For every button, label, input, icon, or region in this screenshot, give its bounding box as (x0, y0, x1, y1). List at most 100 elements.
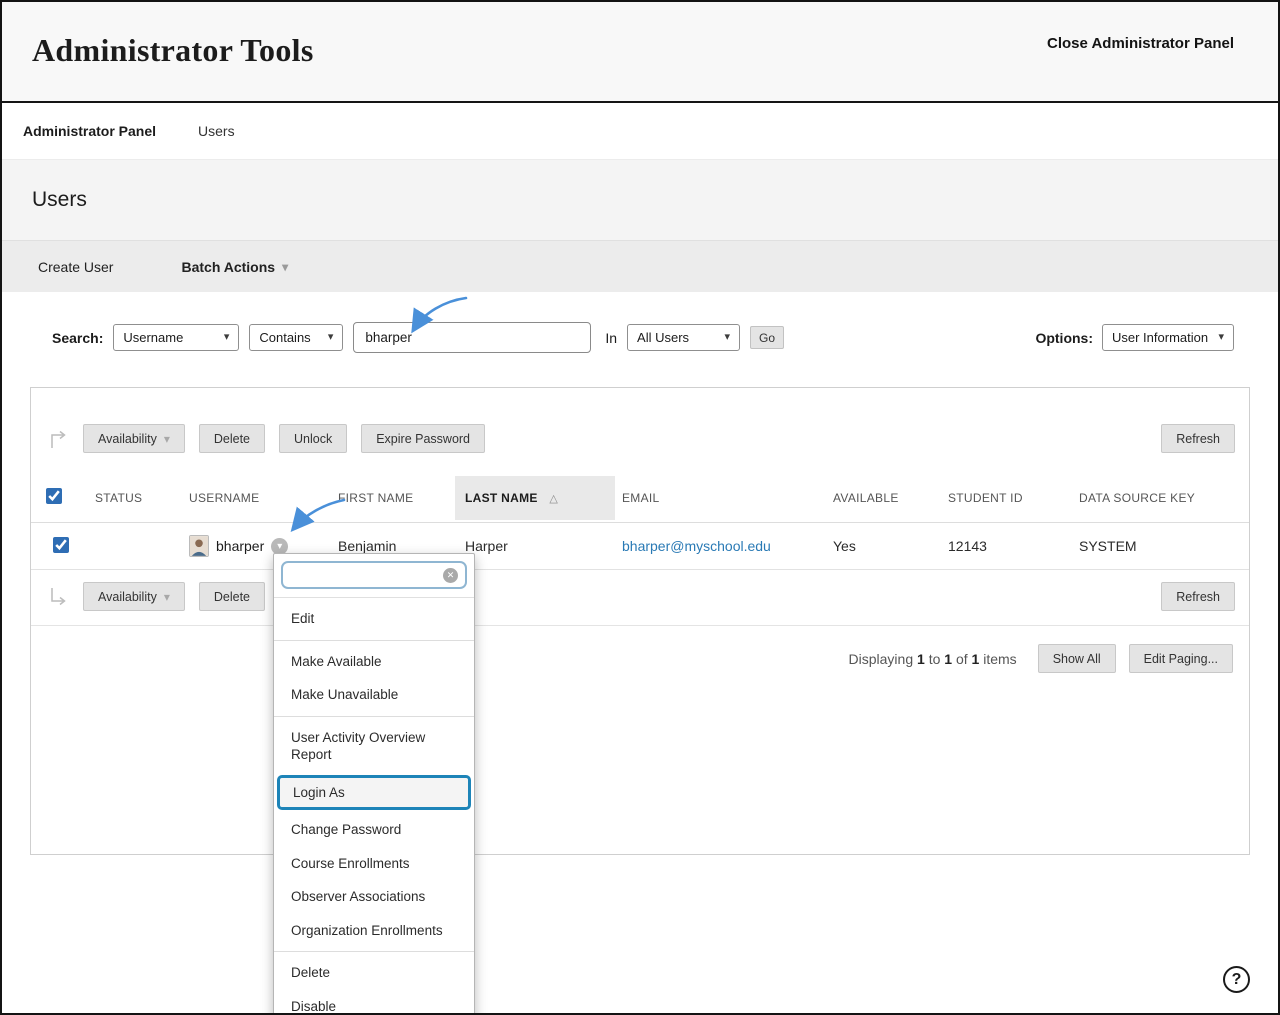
breadcrumb-users[interactable]: Users (198, 123, 235, 139)
chevron-down-icon: ▾ (282, 261, 288, 273)
select-all-cell (31, 473, 95, 522)
batch-actions-button[interactable]: Batch Actions ▾ (181, 259, 288, 275)
email-link[interactable]: bharper@myschool.edu (622, 538, 771, 554)
menu-item-login-as[interactable]: Login As (277, 775, 471, 811)
column-header-student-id[interactable]: STUDENT ID (948, 476, 1079, 520)
delete-button-top[interactable]: Delete (199, 424, 265, 453)
menu-item-delete[interactable]: Delete (274, 956, 474, 990)
search-field-select[interactable]: Username ▾ (113, 324, 239, 351)
close-administrator-panel-link[interactable]: Close Administrator Panel (1047, 35, 1234, 52)
search-query-input[interactable] (353, 322, 591, 353)
row-checkbox[interactable] (53, 537, 69, 553)
chevron-down-icon: ▾ (328, 332, 334, 343)
edit-paging-button[interactable]: Edit Paging... (1129, 644, 1233, 673)
search-scope-select[interactable]: All Users ▾ (627, 324, 740, 351)
username-text[interactable]: bharper (216, 538, 264, 554)
row-available-cell: Yes (833, 526, 948, 566)
chevron-down-icon: ▾ (277, 541, 282, 552)
chevron-down-icon: ▾ (164, 433, 170, 445)
menu-item-disable[interactable]: Disable (274, 990, 474, 1015)
paging-from: 1 (917, 651, 925, 667)
clear-search-icon[interactable]: ✕ (443, 568, 458, 583)
column-header-status[interactable]: STATUS (95, 476, 189, 520)
page-title: Users (32, 188, 1248, 212)
paging-bar: Displaying 1 to 1 of 1 items Show All Ed… (31, 626, 1249, 691)
context-menu-search-box: ✕ (281, 561, 467, 589)
batch-actions-label: Batch Actions (181, 259, 275, 275)
menu-divider (274, 716, 474, 717)
row-student-id-cell: 12143 (948, 526, 1079, 566)
unlock-button[interactable]: Unlock (279, 424, 347, 453)
column-header-email[interactable]: EMAIL (622, 476, 833, 520)
menu-divider (274, 640, 474, 641)
selection-branch-icon (49, 428, 69, 450)
breadcrumb: Administrator Panel Users (2, 103, 1278, 160)
refresh-button-bottom[interactable]: Refresh (1161, 582, 1235, 611)
page-title-bar: Users (2, 160, 1278, 240)
menu-item-make-unavailable[interactable]: Make Unavailable (274, 678, 474, 712)
row-email-cell: bharper@myschool.edu (622, 526, 833, 566)
menu-item-observer-associations[interactable]: Observer Associations (274, 880, 474, 914)
delete-button-bottom[interactable]: Delete (199, 582, 265, 611)
user-context-menu: ✕ Edit Make Available Make Unavailable U… (273, 553, 475, 1015)
selection-branch-icon (49, 586, 69, 608)
list-toolbar-bottom: Availability ▾ Delete Refresh (31, 570, 1249, 626)
search-bar: Search: Username ▾ Contains ▾ In All Use… (2, 292, 1278, 387)
user-context-menu-toggle[interactable]: ▾ (271, 538, 288, 555)
expire-password-button-top[interactable]: Expire Password (361, 424, 485, 453)
help-button[interactable]: ? (1223, 966, 1250, 993)
options-label: Options: (1035, 330, 1093, 346)
list-toolbar-top: Availability ▾ Delete Unlock Expire Pass… (31, 388, 1249, 463)
users-table-header: STATUS USERNAME FIRST NAME LAST NAME △ E… (31, 473, 1249, 523)
context-menu-list: Edit Make Available Make Unavailable Use… (274, 598, 474, 1015)
go-button[interactable]: Go (750, 326, 784, 349)
availability-button-top[interactable]: Availability ▾ (83, 424, 185, 453)
displaying-word: Displaying (849, 651, 914, 667)
show-all-button[interactable]: Show All (1038, 644, 1116, 673)
column-header-available[interactable]: AVAILABLE (833, 476, 948, 520)
context-menu-search-area: ✕ (274, 554, 474, 598)
menu-item-change-password[interactable]: Change Password (274, 813, 474, 847)
paging-items-word: items (983, 651, 1016, 667)
search-label: Search: (52, 330, 103, 346)
chevron-down-icon: ▾ (164, 591, 170, 603)
users-list-container: Availability ▾ Delete Unlock Expire Pass… (30, 387, 1250, 855)
action-bar: Create User Batch Actions ▾ (2, 240, 1278, 292)
sort-ascending-icon: △ (549, 493, 558, 505)
menu-item-edit[interactable]: Edit (274, 602, 474, 636)
refresh-button-top[interactable]: Refresh (1161, 424, 1235, 453)
row-status-cell (95, 534, 189, 558)
column-header-first-name[interactable]: FIRST NAME (338, 476, 465, 520)
options-select[interactable]: User Information ▾ (1102, 324, 1234, 351)
last-name-header-label: LAST NAME (465, 491, 538, 505)
availability-button-bottom[interactable]: Availability ▾ (83, 582, 185, 611)
search-scope-selected-value: All Users (637, 330, 689, 345)
paging-total: 1 (972, 651, 980, 667)
chevron-down-icon: ▾ (1218, 332, 1224, 343)
menu-item-user-activity-overview-report[interactable]: User Activity Overview Report (274, 721, 474, 772)
context-menu-search-input[interactable] (292, 568, 437, 583)
search-in-label: In (605, 330, 617, 346)
options-selected-value: User Information (1112, 330, 1208, 345)
search-operator-select[interactable]: Contains ▾ (249, 324, 343, 351)
breadcrumb-administrator-panel[interactable]: Administrator Panel (23, 123, 156, 139)
chevron-down-icon: ▾ (224, 332, 230, 343)
row-last-name-cell: Harper (465, 526, 622, 566)
column-header-data-source-key[interactable]: DATA SOURCE KEY (1079, 476, 1249, 520)
availability-label: Availability (98, 590, 157, 604)
menu-item-organization-enrollments[interactable]: Organization Enrollments (274, 914, 474, 948)
column-header-last-name[interactable]: LAST NAME △ (455, 476, 615, 520)
options-group: Options: User Information ▾ (1035, 324, 1234, 351)
menu-divider (274, 951, 474, 952)
table-row: bharper ▾ Benjamin Harper bharper@myscho… (31, 523, 1249, 570)
create-user-button[interactable]: Create User (38, 259, 113, 275)
paging-to: 1 (944, 651, 952, 667)
menu-item-course-enrollments[interactable]: Course Enrollments (274, 847, 474, 881)
column-header-username[interactable]: USERNAME (189, 476, 338, 520)
row-select-cell (31, 525, 95, 568)
availability-label: Availability (98, 432, 157, 446)
menu-item-make-available[interactable]: Make Available (274, 645, 474, 679)
select-all-checkbox[interactable] (46, 488, 62, 504)
displaying-items-text: Displaying 1 to 1 of 1 items (849, 651, 1017, 667)
paging-of-word: of (956, 651, 968, 667)
